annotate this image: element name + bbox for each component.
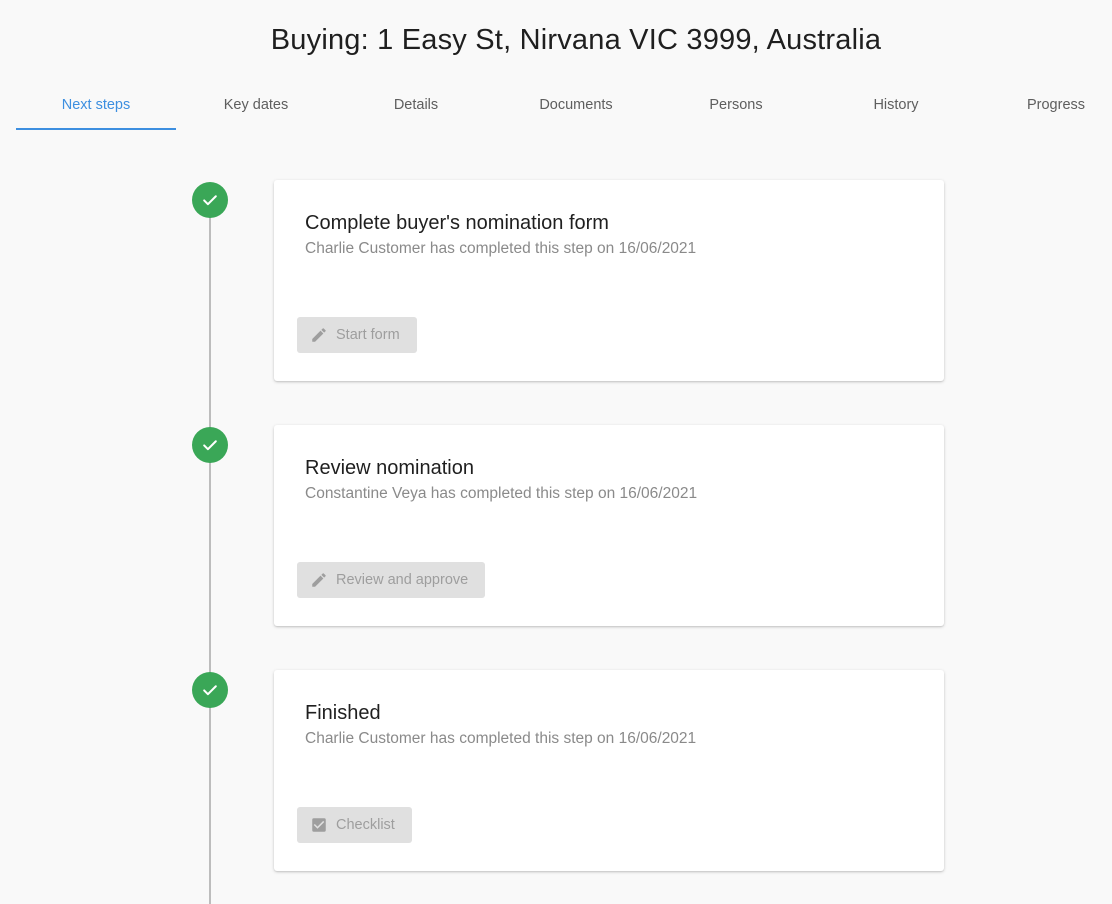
- checkmark-icon: [203, 440, 217, 451]
- tab-persons[interactable]: Persons: [656, 80, 816, 130]
- tab-details[interactable]: Details: [336, 80, 496, 130]
- pencil-icon: [310, 326, 328, 344]
- step-status: Charlie Customer has completed this step…: [305, 240, 697, 257]
- step-complete-indicator: [192, 182, 228, 218]
- checklist-button[interactable]: Checklist: [297, 807, 412, 843]
- step-title: Complete buyer's nomination form: [305, 212, 609, 234]
- pencil-icon: [310, 571, 328, 589]
- tab-documents[interactable]: Documents: [496, 80, 656, 130]
- page-title: Buying: 1 Easy St, Nirvana VIC 3999, Aus…: [270, 24, 882, 56]
- step-card: Review nomination Constantine Veya has c…: [274, 425, 944, 626]
- checkmark-icon: [203, 195, 217, 206]
- review-and-approve-button[interactable]: Review and approve: [297, 562, 486, 598]
- start-form-button[interactable]: Start form: [297, 317, 417, 353]
- tab-next-steps[interactable]: Next steps: [16, 80, 176, 130]
- step-complete-indicator: [192, 427, 228, 463]
- checkmark-icon: [203, 685, 217, 696]
- step-card: Finished Charlie Customer has completed …: [274, 670, 944, 871]
- review-and-approve-button-label: Review and approve: [336, 572, 469, 588]
- tab-progress[interactable]: Progress: [976, 80, 1112, 130]
- step-status: Constantine Veya has completed this step…: [305, 485, 698, 502]
- step-card: Complete buyer's nomination form Charlie…: [274, 180, 944, 381]
- step-status: Charlie Customer has completed this step…: [305, 730, 697, 747]
- step-complete-indicator: [192, 672, 228, 708]
- step-title: Review nomination: [305, 457, 474, 479]
- checkbox-icon: [310, 816, 328, 834]
- tab-bar: Next steps Key dates Details Documents P…: [16, 80, 1112, 130]
- tab-key-dates[interactable]: Key dates: [176, 80, 336, 130]
- tab-history[interactable]: History: [816, 80, 976, 130]
- start-form-button-label: Start form: [336, 327, 400, 343]
- checklist-button-label: Checklist: [336, 817, 395, 833]
- timeline-line: [209, 200, 211, 904]
- step-title: Finished: [305, 702, 381, 724]
